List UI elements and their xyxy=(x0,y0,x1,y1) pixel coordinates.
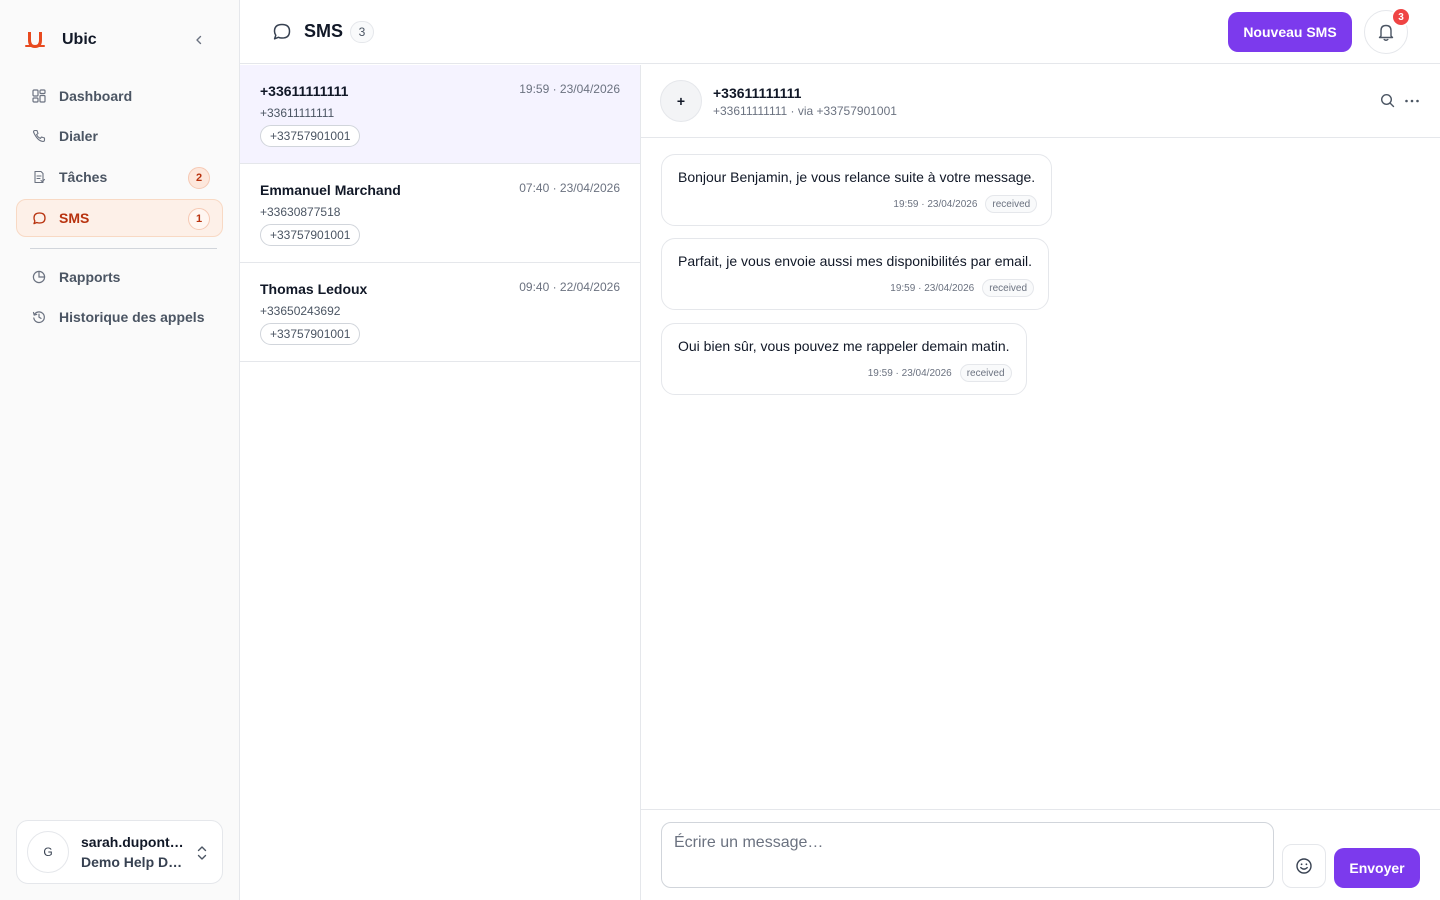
conversation-list: +33611111111 19:59 · 23/04/2026 +3361111… xyxy=(240,65,641,900)
contact-name: Thomas Ledoux xyxy=(260,281,368,297)
bell-icon xyxy=(1378,24,1394,41)
message-meta: 19:59 · 23/04/2026 received xyxy=(868,364,1012,382)
phone-icon xyxy=(31,128,47,144)
more-options-icon[interactable] xyxy=(1403,92,1421,110)
count-badge: 2 xyxy=(188,167,210,189)
via-number-chip: +33757901001 xyxy=(260,323,361,345)
sidebar-item-rapports[interactable]: Rapports xyxy=(16,258,223,296)
sidebar-item-sms[interactable]: SMS 1 xyxy=(16,199,223,237)
sidebar: Ubic Dashboard Dialer Tâches 2 SMS 1 Rap… xyxy=(0,0,240,900)
brand[interactable]: Ubic xyxy=(24,28,97,52)
message-composer: Envoyer xyxy=(641,809,1440,900)
message-status-badge: received xyxy=(985,195,1038,213)
search-icon[interactable] xyxy=(1379,92,1397,110)
conversation-timestamp: 07:40 · 23/04/2026 xyxy=(519,181,620,195)
sidebar-item-label: SMS xyxy=(59,210,90,226)
sidebar-divider xyxy=(30,248,217,249)
message-meta: 19:59 · 23/04/2026 received xyxy=(893,195,1038,213)
chat-contact-name: +33611111111 xyxy=(713,85,802,101)
chat-panel: + +33611111111 +33611111111 · via +33757… xyxy=(641,65,1440,900)
contact-phone: +33630877518 xyxy=(260,205,341,219)
top-header: SMS 3 Nouveau SMS 3 xyxy=(240,0,1440,64)
chevron-up-down-icon xyxy=(197,846,207,860)
avatar: + xyxy=(660,80,702,122)
message-bubble: Parfait, je vous envoie aussi mes dispon… xyxy=(661,238,1050,310)
emoji-button[interactable] xyxy=(1282,844,1326,888)
send-button[interactable]: Envoyer xyxy=(1334,848,1420,888)
sidebar-item-taches[interactable]: Tâches 2 xyxy=(16,158,223,196)
sidebar-item-dashboard[interactable]: Dashboard xyxy=(16,77,223,115)
page-title: SMS xyxy=(304,21,344,41)
chat-contact-subtitle: +33611111111 · via +33757901001 xyxy=(713,104,897,118)
message-timestamp: 19:59 · 23/04/2026 xyxy=(890,282,975,294)
via-number-chip: +33757901001 xyxy=(260,125,361,147)
message-status-badge: received xyxy=(982,279,1035,297)
contact-phone: +33611111111 xyxy=(260,106,335,120)
conversation-timestamp: 09:40 · 22/04/2026 xyxy=(519,280,620,294)
contact-name: Emmanuel Marchand xyxy=(260,182,401,198)
sidebar-item-label: Historique des appels xyxy=(59,309,205,325)
new-sms-button[interactable]: Nouveau SMS xyxy=(1228,12,1352,52)
grid-icon xyxy=(31,88,47,104)
collapse-sidebar-button[interactable] xyxy=(188,29,210,51)
notification-count-badge: 3 xyxy=(1391,7,1411,27)
message-text: Bonjour Benjamin, je vous relance suite … xyxy=(678,169,1036,185)
avatar: G xyxy=(27,831,69,873)
message-icon xyxy=(31,210,47,226)
chat-header: + +33611111111 +33611111111 · via +33757… xyxy=(641,65,1440,138)
history-icon xyxy=(31,309,47,325)
message-timestamp: 19:59 · 23/04/2026 xyxy=(893,198,978,210)
message-input[interactable] xyxy=(661,822,1274,888)
conversation-count-badge: 3 xyxy=(350,21,374,43)
sidebar-item-label: Dashboard xyxy=(59,88,133,104)
contact-phone: +33650243692 xyxy=(260,304,341,318)
via-number-chip: +33757901001 xyxy=(260,224,361,246)
message-bubble: Bonjour Benjamin, je vous relance suite … xyxy=(661,154,1053,226)
user-organization: Demo Help Desk xyxy=(81,854,185,870)
message-status-badge: received xyxy=(959,364,1012,382)
conversation-item[interactable]: Thomas Ledoux 09:40 · 22/04/2026 +336502… xyxy=(240,263,640,362)
emoji-icon xyxy=(1296,858,1312,874)
sidebar-item-label: Rapports xyxy=(59,269,121,285)
brand-name: Ubic xyxy=(62,31,97,48)
notifications-button[interactable]: 3 xyxy=(1364,7,1411,54)
sidebar-item-historique[interactable]: Historique des appels xyxy=(16,298,223,336)
message-icon xyxy=(273,23,291,40)
conversation-item[interactable]: +33611111111 19:59 · 23/04/2026 +3361111… xyxy=(240,65,640,164)
message-bubble: Oui bien sûr, vous pouvez me rappeler de… xyxy=(661,323,1027,395)
tasks-icon xyxy=(31,169,47,185)
count-badge: 1 xyxy=(188,208,210,230)
user-info: sarah.dupont@demo.com Demo Help Desk xyxy=(81,834,185,870)
conversation-item[interactable]: Emmanuel Marchand 07:40 · 23/04/2026 +33… xyxy=(240,164,640,263)
message-meta: 19:59 · 23/04/2026 received xyxy=(890,279,1035,297)
sidebar-item-label: Tâches xyxy=(59,169,108,185)
user-account-switcher[interactable]: G sarah.dupont@demo.com Demo Help Desk xyxy=(16,820,223,884)
message-text: Parfait, je vous envoie aussi mes dispon… xyxy=(678,253,1033,269)
message-text: Oui bien sûr, vous pouvez me rappeler de… xyxy=(678,338,1010,354)
conversation-timestamp: 19:59 · 23/04/2026 xyxy=(519,82,620,96)
user-email: sarah.dupont@demo.com xyxy=(81,834,185,850)
sidebar-item-dialer[interactable]: Dialer xyxy=(16,117,223,155)
message-timestamp: 19:59 · 23/04/2026 xyxy=(867,367,952,379)
ubic-logo-icon xyxy=(25,32,45,48)
contact-name: +33611111111 xyxy=(260,83,349,99)
chevron-left-icon xyxy=(196,35,202,45)
pie-chart-icon xyxy=(31,269,47,285)
sidebar-item-label: Dialer xyxy=(59,128,98,144)
